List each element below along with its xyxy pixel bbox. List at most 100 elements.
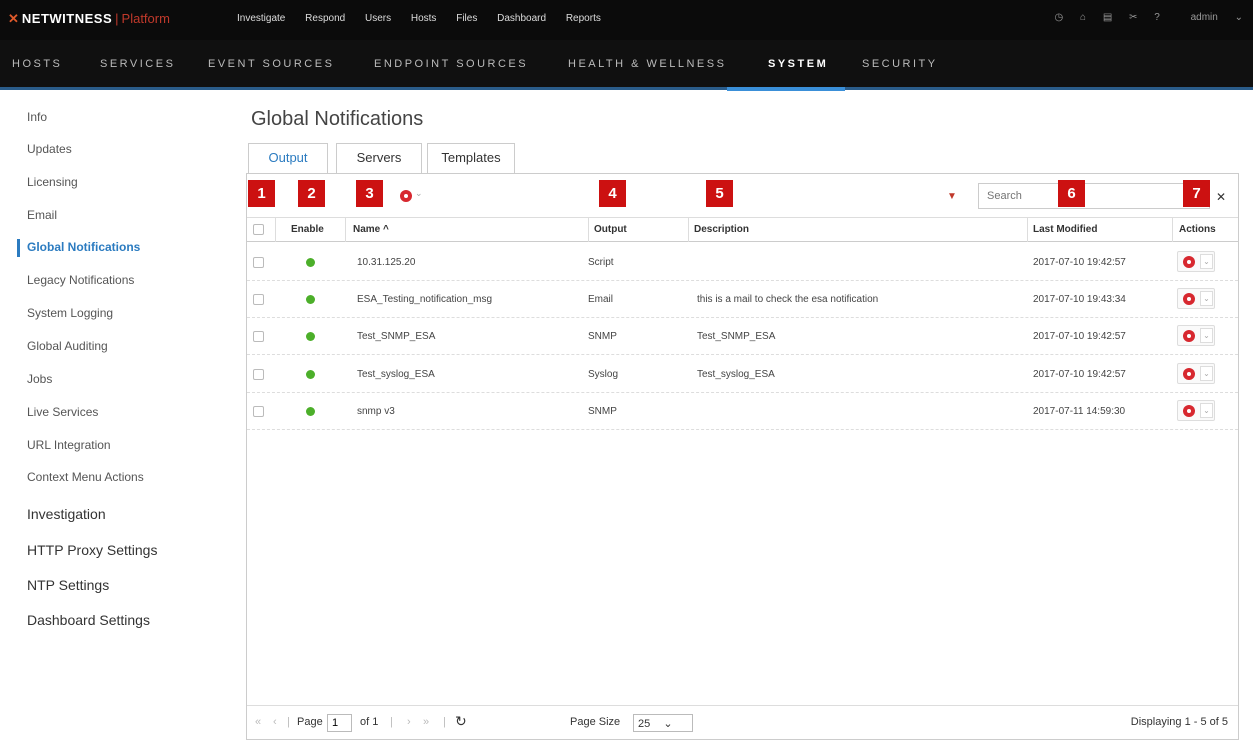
sidebar-item-http-proxy-settings[interactable]: HTTP Proxy Settings <box>27 542 157 558</box>
tab-output[interactable]: Output <box>248 143 328 173</box>
callout-badge-5: 5 <box>706 180 733 207</box>
callout-badge-4: 4 <box>599 180 626 207</box>
table-row[interactable]: ESA_Testing_notification_msg Email this … <box>247 281 1238 318</box>
active-nav-indicator <box>727 87 845 91</box>
app-logo[interactable]: ✕ NETWITNESS | Platform <box>8 11 170 27</box>
enabled-status-icon <box>306 295 315 304</box>
table-header: Enable Name ^ Output Description Last Mo… <box>247 217 1238 242</box>
sidebar-item-email[interactable]: Email <box>27 208 57 222</box>
sidebar-item-context-menu-actions[interactable]: Context Menu Actions <box>27 470 144 484</box>
refresh-icon[interactable]: ↻ <box>455 713 467 730</box>
gear-icon <box>1183 368 1195 380</box>
next-page-icon[interactable]: › <box>407 716 411 728</box>
row-last-modified: 2017-07-10 19:43:34 <box>1033 294 1126 305</box>
column-last-modified[interactable]: Last Modified <box>1033 224 1097 235</box>
sidebar-item-legacy-notifications[interactable]: Legacy Notifications <box>27 273 134 287</box>
enabled-status-icon <box>306 407 315 416</box>
sidebar-item-dashboard-settings[interactable]: Dashboard Settings <box>27 612 150 628</box>
table-row[interactable]: snmp v3 SNMP 2017-07-11 14:59:30 ⌄ <box>247 393 1238 430</box>
column-separator <box>1172 217 1173 242</box>
secnav-services[interactable]: SERVICES <box>100 58 175 70</box>
page-size-value: 25 <box>638 718 651 730</box>
search-input[interactable] <box>978 183 1210 209</box>
brand-name: NETWITNESS <box>21 11 113 26</box>
select-all-checkbox[interactable] <box>253 224 264 235</box>
prev-page-icon[interactable]: ‹ <box>273 716 277 728</box>
chevron-down-icon: ⌄ <box>1200 254 1213 269</box>
secnav-event-sources[interactable]: EVENT SOURCES <box>208 58 334 70</box>
topnav-users[interactable]: Users <box>365 13 391 24</box>
row-actions-button[interactable]: ⌄ <box>1177 288 1215 309</box>
chevron-down-icon: ⌄ <box>1200 366 1213 381</box>
timer-icon[interactable]: ◷ <box>1054 12 1063 23</box>
sidebar-item-url-integration[interactable]: URL Integration <box>27 438 111 452</box>
sidebar-item-info[interactable]: Info <box>27 110 47 124</box>
gear-icon <box>1183 256 1195 268</box>
row-actions-button[interactable]: ⌄ <box>1177 251 1215 272</box>
help-icon[interactable]: ? <box>1154 12 1160 23</box>
topnav-files[interactable]: Files <box>456 13 477 24</box>
gear-icon <box>1183 330 1195 342</box>
table-row[interactable]: Test_SNMP_ESA SNMP Test_SNMP_ESA 2017-07… <box>247 318 1238 355</box>
system-icon[interactable]: ▤ <box>1103 12 1112 23</box>
topnav-hosts[interactable]: Hosts <box>411 13 437 24</box>
pager-separator: | <box>443 716 446 728</box>
secnav-security[interactable]: SECURITY <box>862 58 938 70</box>
column-name[interactable]: Name ^ <box>353 224 389 235</box>
pager-separator: | <box>287 716 290 728</box>
column-output[interactable]: Output <box>594 224 627 235</box>
filter-icon[interactable]: ▼ <box>947 191 957 202</box>
secnav-health-wellness[interactable]: HEALTH & WELLNESS <box>568 58 726 70</box>
topnav-dashboard[interactable]: Dashboard <box>497 13 546 24</box>
tab-servers[interactable]: Servers <box>336 143 422 173</box>
topnav-reports[interactable]: Reports <box>566 13 601 24</box>
pagination-bar: « ‹ | Page of 1 | › » | ↻ Page Size 25 ⌄… <box>247 705 1238 739</box>
user-menu[interactable]: admin ⌄ <box>1177 12 1243 23</box>
column-enable[interactable]: Enable <box>291 224 324 235</box>
first-page-icon[interactable]: « <box>255 716 261 728</box>
column-actions: Actions <box>1179 224 1216 235</box>
sidebar-item-global-auditing[interactable]: Global Auditing <box>27 339 108 353</box>
row-checkbox[interactable] <box>253 257 264 268</box>
row-actions-button[interactable]: ⌄ <box>1177 363 1215 384</box>
chevron-down-icon[interactable]: ⌄ <box>415 188 423 199</box>
table-row[interactable]: 10.31.125.20 Script 2017-07-10 19:42:57 … <box>247 244 1238 281</box>
secnav-hosts[interactable]: HOSTS <box>12 58 62 70</box>
top-nav: Investigate Respond Users Hosts Files Da… <box>237 13 618 24</box>
row-actions-button[interactable]: ⌄ <box>1177 325 1215 346</box>
tab-templates[interactable]: Templates <box>427 143 515 173</box>
callout-badge-6: 6 <box>1058 180 1085 207</box>
notifications-icon[interactable]: ⌂ <box>1080 12 1086 23</box>
sidebar-item-jobs[interactable]: Jobs <box>27 372 52 386</box>
chevron-down-icon: ⌄ <box>663 718 673 730</box>
page-size-select[interactable]: 25 ⌄ <box>633 714 693 732</box>
sidebar-item-system-logging[interactable]: System Logging <box>27 306 113 320</box>
sidebar-item-global-notifications[interactable]: Global Notifications <box>27 240 140 254</box>
row-checkbox[interactable] <box>253 406 264 417</box>
sidebar-item-ntp-settings[interactable]: NTP Settings <box>27 577 109 593</box>
column-description[interactable]: Description <box>694 224 749 235</box>
row-actions-button[interactable]: ⌄ <box>1177 400 1215 421</box>
secnav-system[interactable]: SYSTEM <box>768 58 828 70</box>
sidebar-item-investigation[interactable]: Investigation <box>27 506 106 522</box>
admin-tools-icon[interactable]: ✂ <box>1129 12 1137 23</box>
chevron-down-icon: ⌄ <box>1200 328 1213 343</box>
sidebar-item-licensing[interactable]: Licensing <box>27 175 78 189</box>
topnav-respond[interactable]: Respond <box>305 13 345 24</box>
gear-icon[interactable] <box>400 190 412 202</box>
sidebar-item-live-services[interactable]: Live Services <box>27 405 98 419</box>
table-row[interactable]: Test_syslog_ESA Syslog Test_syslog_ESA 2… <box>247 356 1238 393</box>
secnav-endpoint-sources[interactable]: ENDPOINT SOURCES <box>374 58 528 70</box>
last-page-icon[interactable]: » <box>423 716 429 728</box>
row-checkbox[interactable] <box>253 331 264 342</box>
row-checkbox[interactable] <box>253 294 264 305</box>
sidebar-item-updates[interactable]: Updates <box>27 142 72 156</box>
row-checkbox[interactable] <box>253 369 264 380</box>
page-label: Page <box>297 716 323 728</box>
page-number-input[interactable] <box>327 714 352 732</box>
close-icon[interactable]: ✕ <box>1216 190 1226 204</box>
gear-icon <box>1183 293 1195 305</box>
column-separator <box>1027 217 1028 242</box>
topnav-investigate[interactable]: Investigate <box>237 13 285 24</box>
enabled-status-icon <box>306 332 315 341</box>
